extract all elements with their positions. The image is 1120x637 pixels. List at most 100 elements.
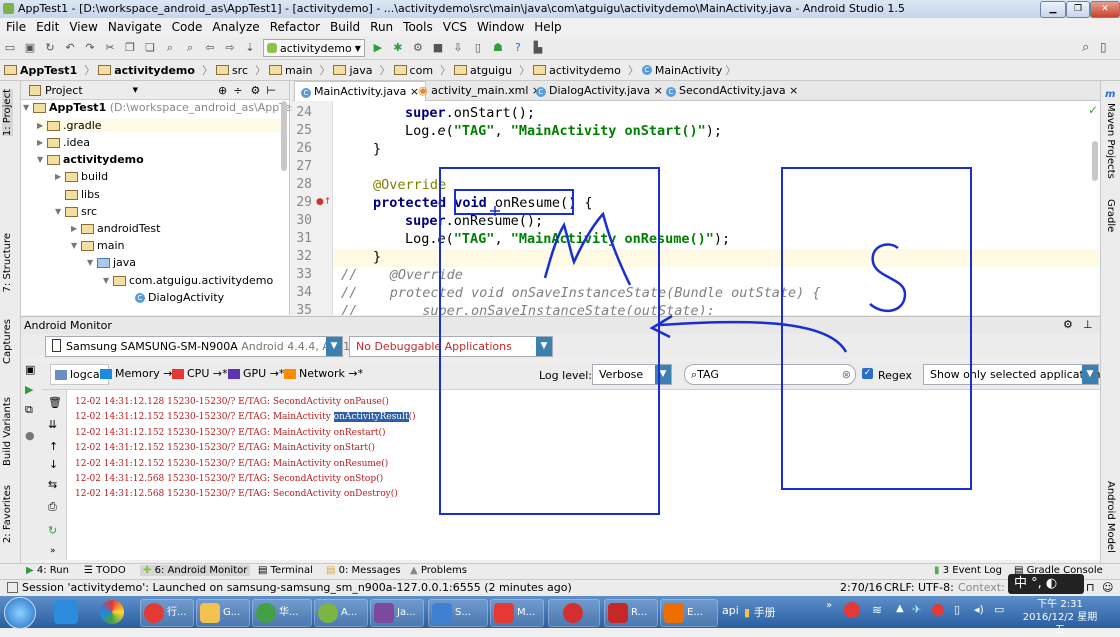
tree-item-java[interactable]: ▼ java bbox=[87, 256, 136, 269]
tool-window-run[interactable]: ▶ 4: Run bbox=[26, 565, 69, 576]
breadcrumb-item[interactable]: 〉 activitydemo bbox=[81, 62, 195, 78]
taskbar-item-bug[interactable] bbox=[548, 599, 600, 627]
menu-navigate[interactable]: Navigate bbox=[108, 20, 162, 34]
help-icon[interactable]: ? bbox=[511, 41, 525, 55]
tab-activity-main-xml[interactable]: ◉ activity_main.xml × bbox=[412, 81, 547, 100]
tray-bird-icon[interactable]: ✈ bbox=[912, 603, 921, 616]
device-icon[interactable]: ▙ bbox=[531, 41, 545, 55]
tool-window-android-model[interactable]: Android Model bbox=[1105, 481, 1116, 553]
run-icon[interactable]: ▶ bbox=[25, 383, 33, 396]
print-icon[interactable]: ⎙ bbox=[48, 500, 57, 514]
tray-expand-icon[interactable]: » bbox=[826, 600, 832, 611]
tool-window-event-log[interactable]: ▮ 3 Event Log bbox=[934, 565, 1002, 576]
tray-device-icon[interactable]: ▯ bbox=[954, 603, 960, 616]
taskbar-item-android-studio[interactable]: A... bbox=[314, 599, 368, 627]
chevron-down-icon[interactable]: ▼ bbox=[133, 86, 138, 94]
find-icon[interactable]: ⌕ bbox=[163, 41, 177, 55]
run-config-select[interactable]: activitydemo ▼ bbox=[263, 39, 365, 57]
tab-memory[interactable]: Memory →* bbox=[100, 367, 178, 380]
restart-icon[interactable]: ↻ bbox=[48, 524, 57, 537]
hide-icon[interactable]: ⊢ bbox=[266, 84, 276, 97]
process-select[interactable]: No Debuggable Applications ▼ bbox=[349, 336, 553, 357]
tool-window-android-monitor[interactable]: ✚ 6: Android Monitor bbox=[140, 565, 251, 576]
tray-red-icon[interactable] bbox=[932, 604, 944, 616]
paste-icon[interactable]: ❏ bbox=[143, 41, 157, 55]
project-scrollbar[interactable] bbox=[281, 101, 287, 171]
taskbar-item-manual[interactable]: ▮ 手册 bbox=[744, 604, 776, 620]
save-icon[interactable]: ▣ bbox=[23, 41, 37, 55]
menu-help[interactable]: Help bbox=[534, 20, 561, 34]
more-icon[interactable]: » bbox=[50, 546, 56, 556]
breadcrumb-item[interactable]: 〉 activitydemo bbox=[516, 62, 621, 78]
tab-network[interactable]: Network →* bbox=[284, 367, 363, 380]
taskbar-item-java-ee[interactable]: Ja... bbox=[370, 599, 424, 627]
screenshot-icon[interactable]: ▣ bbox=[25, 363, 35, 376]
taskbar-item-chrome[interactable]: 行... bbox=[140, 599, 194, 627]
monitor-icon[interactable]: ▭ bbox=[994, 603, 1004, 616]
system-clock[interactable]: 下午 2:31 2016/12/2 星期五 bbox=[1020, 598, 1100, 637]
minimize-button[interactable]: ▁ bbox=[1040, 1, 1066, 18]
tool-window-gradle[interactable]: Gradle bbox=[1105, 199, 1116, 232]
breadcrumb-item[interactable]: 〉 java bbox=[316, 62, 372, 78]
collapse-icon[interactable]: ÷ bbox=[233, 84, 242, 97]
taskbar-item-e[interactable]: E... bbox=[660, 599, 718, 627]
menu-vcs[interactable]: VCS bbox=[443, 20, 467, 34]
menu-code[interactable]: Code bbox=[172, 20, 203, 34]
tool-window-terminal[interactable]: ▤ Terminal bbox=[258, 565, 313, 576]
filter-select[interactable]: Show only selected application ▼ bbox=[923, 364, 1101, 385]
clear-icon[interactable]: ⊗ bbox=[842, 365, 851, 384]
breadcrumb-item[interactable]: 〉 src bbox=[199, 62, 248, 78]
stop-icon[interactable]: ■ bbox=[431, 41, 445, 55]
record-icon[interactable]: ● bbox=[25, 429, 35, 442]
forward-icon[interactable]: ⇨ bbox=[223, 41, 237, 55]
tree-item-apptest1[interactable]: ▼ AppTest1 (D:\workspace_android_as\AppTe… bbox=[23, 101, 308, 114]
menu-window[interactable]: Window bbox=[477, 20, 524, 34]
gear-icon[interactable]: ⚙ bbox=[250, 84, 260, 97]
status-toggle-icon[interactable] bbox=[7, 582, 18, 593]
color-app-icon[interactable] bbox=[100, 600, 124, 624]
breadcrumb-item[interactable]: AppTest1 bbox=[4, 64, 77, 77]
replace-icon[interactable]: ⌕ bbox=[183, 41, 197, 55]
regex-checkbox[interactable]: ✓ bbox=[862, 368, 873, 379]
taskbar-item-api[interactable]: api bbox=[722, 604, 739, 617]
settings-icon[interactable]: ▯ bbox=[1100, 40, 1107, 54]
tree-item-androidtest[interactable]: ▶ androidTest bbox=[71, 222, 160, 235]
close-icon[interactable]: × bbox=[789, 84, 798, 97]
arrow-up-icon[interactable]: ↑ bbox=[49, 440, 58, 453]
tray-s-icon[interactable] bbox=[844, 602, 860, 618]
tool-window-project[interactable]: 1: Project bbox=[2, 89, 13, 137]
tray-arrow-icon[interactable]: ▲ bbox=[896, 603, 904, 614]
monitor-icon[interactable]: ☗ bbox=[491, 41, 505, 55]
tool-window-problems[interactable]: ▲ Problems bbox=[410, 565, 467, 576]
file-encoding[interactable]: UTF-8: bbox=[918, 581, 954, 594]
tool-window-messages[interactable]: ▤ 0: Messages bbox=[326, 565, 401, 576]
caret-position[interactable]: 2:70/16 bbox=[840, 581, 882, 594]
tool-window-favorites[interactable]: 2: Favorites bbox=[2, 485, 13, 543]
logcat-output[interactable]: 12-02 14:31:12.128 15230-15230/? E/TAG: … bbox=[67, 390, 1100, 560]
start-button[interactable] bbox=[4, 597, 36, 629]
tool-window-todo[interactable]: ☰ TODO bbox=[84, 565, 126, 576]
editor-scrollbar[interactable] bbox=[1092, 141, 1098, 181]
tree-item-src[interactable]: ▼ src bbox=[55, 205, 97, 218]
menu-edit[interactable]: Edit bbox=[36, 20, 59, 34]
undo-icon[interactable]: ↶ bbox=[63, 41, 77, 55]
tool-window-build-variants[interactable]: Build Variants bbox=[2, 397, 13, 466]
breadcrumb-item[interactable]: 〉 main bbox=[252, 62, 312, 78]
maximize-button[interactable]: ❐ bbox=[1066, 1, 1090, 18]
tool-window-captures[interactable]: Captures bbox=[2, 319, 13, 364]
back-icon[interactable]: ⇦ bbox=[203, 41, 217, 55]
menu-build[interactable]: Build bbox=[330, 20, 360, 34]
tree-item-dialogactivity[interactable]: C DialogActivity bbox=[135, 291, 224, 304]
search-everywhere-icon[interactable]: ⌕ bbox=[1082, 40, 1089, 55]
tree-item-libs[interactable]: libs bbox=[65, 188, 100, 201]
sync-icon[interactable]: ↻ bbox=[43, 41, 57, 55]
open-folder-icon[interactable]: ▭ bbox=[3, 41, 17, 55]
taskbar-item-r[interactable]: R... bbox=[604, 599, 658, 627]
layout-icon[interactable]: ⧉ bbox=[25, 403, 33, 417]
avd-icon[interactable]: ▯ bbox=[471, 41, 485, 55]
taskbar-item-s[interactable]: S... bbox=[428, 599, 488, 627]
code-editor[interactable]: super.onStart(); Log.e("TAG", "MainActiv… bbox=[333, 101, 1100, 315]
breadcrumb-item[interactable]: 〉 C MainActivity 〉 bbox=[625, 62, 739, 78]
taskbar-item-browser[interactable]: 华... bbox=[252, 599, 312, 627]
tab-gpu[interactable]: GPU →* bbox=[228, 367, 284, 380]
